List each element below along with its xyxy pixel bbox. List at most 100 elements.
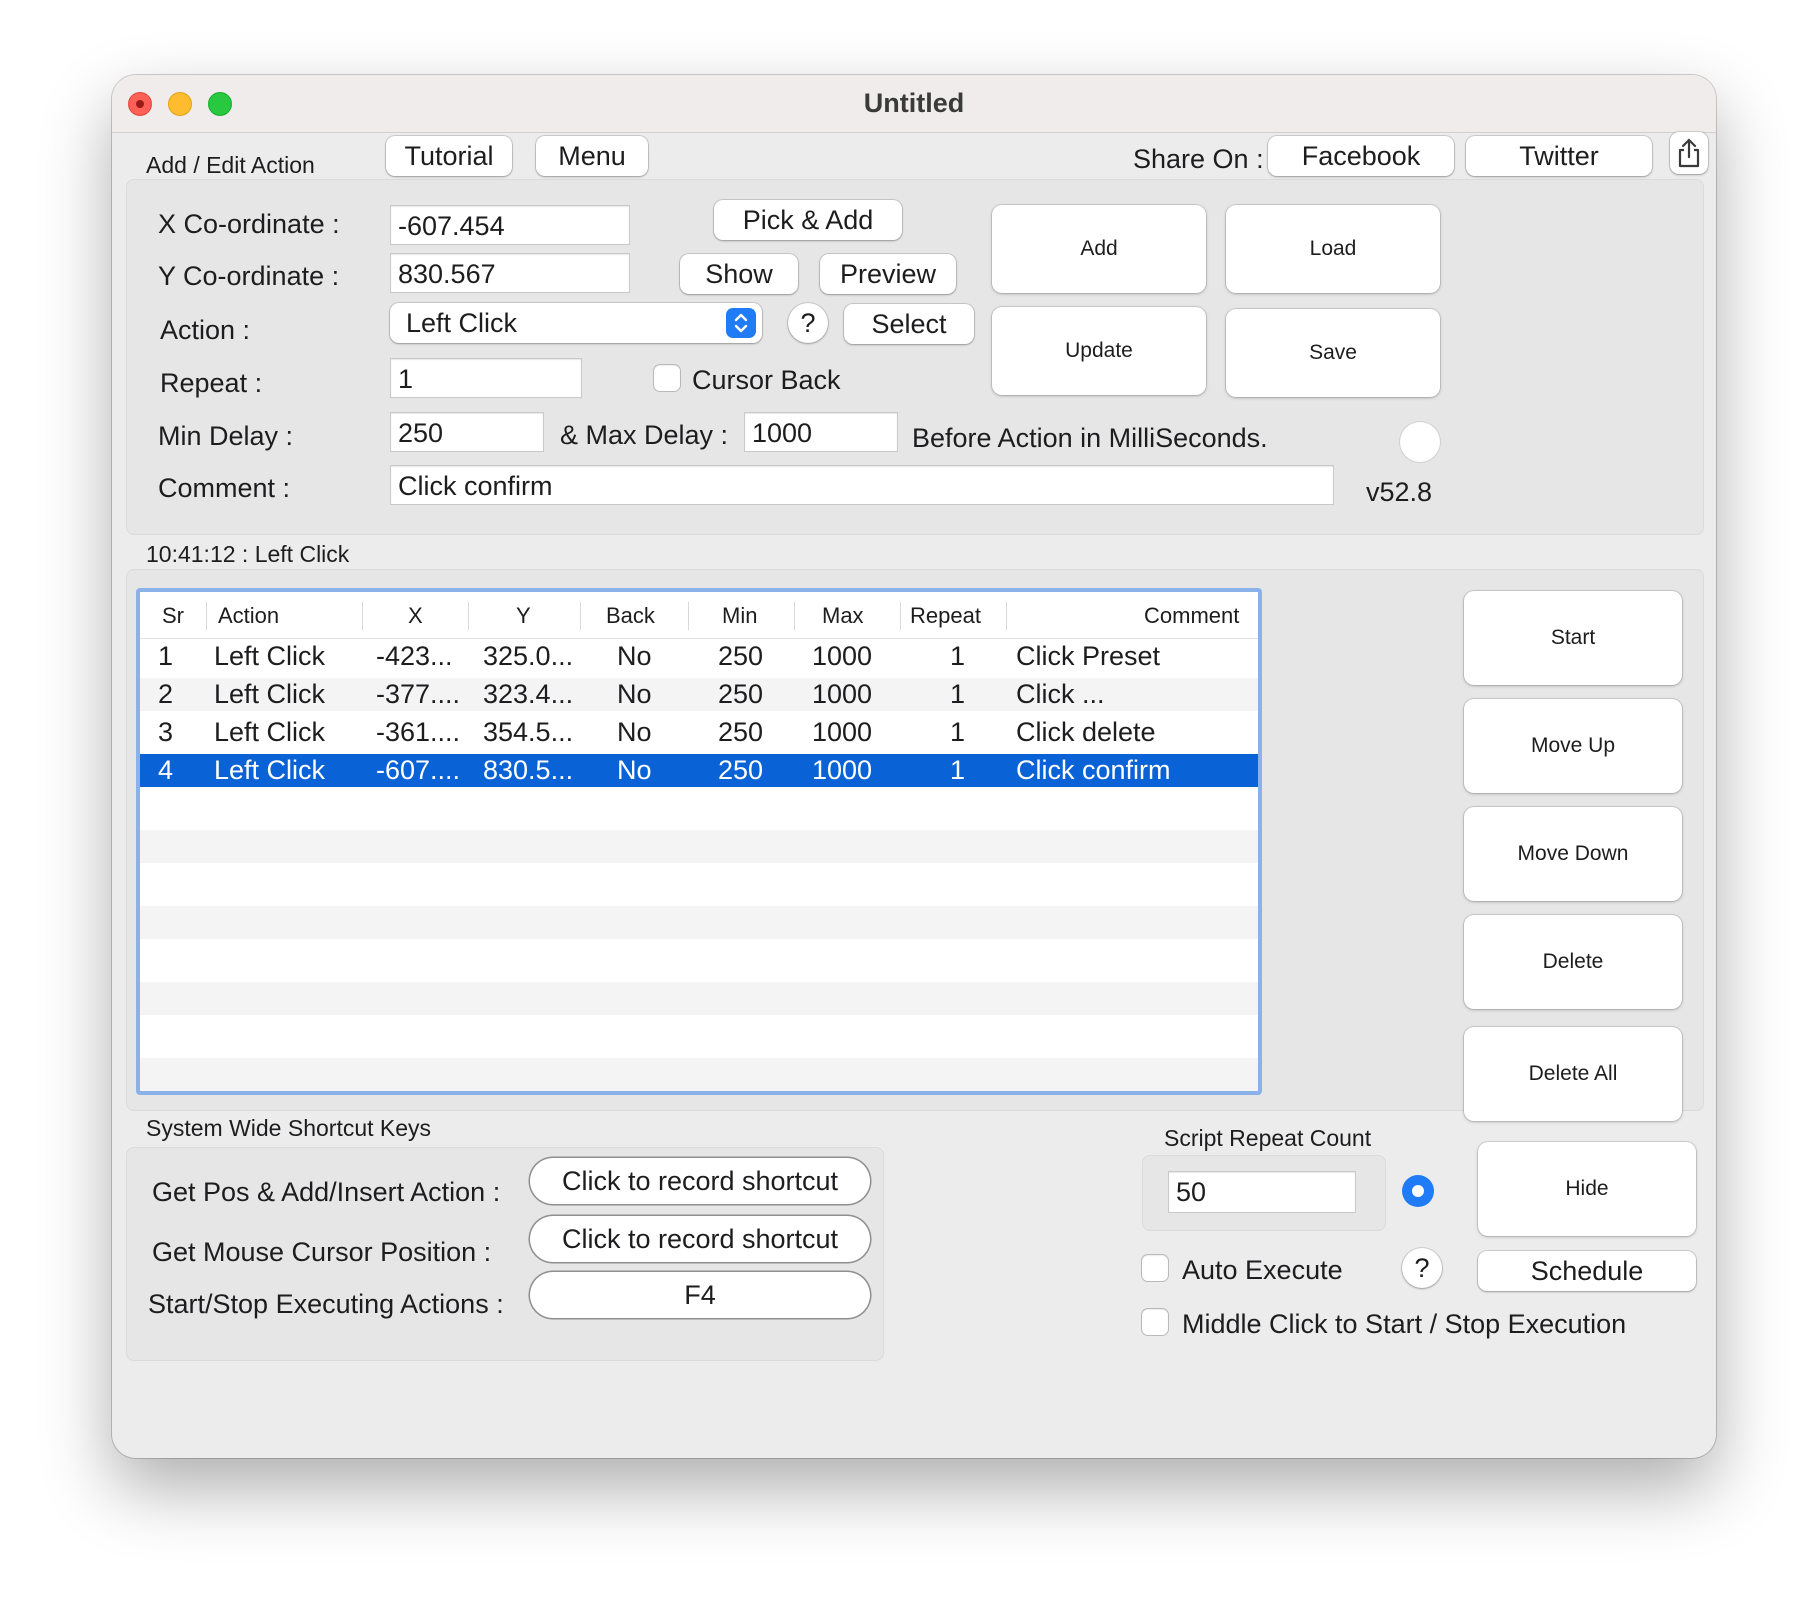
cell-max: 1000 [812, 641, 873, 671]
add-button[interactable]: Add [992, 205, 1206, 293]
get-pos-label: Get Pos & Add/Insert Action : [152, 1177, 501, 1207]
column-header-y[interactable]: Y [516, 592, 531, 639]
preview-button[interactable]: Preview [820, 254, 956, 294]
repeat-label: Repeat : [160, 368, 263, 398]
table-row-selected[interactable]: 4 Left Click -607.... 830.5... No 250 10… [140, 754, 1258, 787]
load-button[interactable]: Load [1226, 205, 1440, 293]
cell-comment: Click ... [1016, 679, 1105, 709]
cell-y: 354.5... [483, 717, 574, 747]
action-help-button[interactable]: ? [788, 303, 828, 343]
table-row[interactable]: 1 Left Click -423... 325.0... No 250 100… [140, 640, 1258, 673]
cell-repeat: 1 [950, 717, 966, 747]
cell-action: Left Click [214, 641, 326, 671]
cell-back: No [617, 679, 652, 709]
window-title: Untitled [863, 88, 965, 118]
move-up-button[interactable]: Move Up [1464, 699, 1682, 793]
middle-click-checkbox[interactable] [1142, 1309, 1168, 1335]
cell-action: Left Click [214, 755, 326, 785]
radio-dot-icon [1412, 1185, 1424, 1197]
script-repeat-radio[interactable] [1402, 1175, 1434, 1207]
cell-repeat: 1 [950, 679, 966, 709]
share-icon [1678, 138, 1700, 168]
auto-execute-help-button[interactable]: ? [1402, 1248, 1442, 1288]
app-window: Untitled Add / Edit Action Tutorial Menu… [112, 75, 1716, 1458]
cell-action: Left Click [214, 679, 326, 709]
comment-field[interactable]: Click confirm [390, 465, 1334, 505]
start-button[interactable]: Start [1464, 591, 1682, 685]
start-stop-shortcut-recorder[interactable]: F4 [530, 1272, 870, 1318]
share-button[interactable] [1670, 132, 1708, 174]
cell-back: No [617, 755, 652, 785]
menu-button[interactable]: Menu [536, 136, 648, 176]
action-dropdown[interactable]: Left Click [390, 303, 762, 343]
cell-comment: Click delete [1016, 717, 1156, 747]
update-button[interactable]: Update [992, 307, 1206, 395]
cell-action: Left Click [214, 717, 326, 747]
empty-row [140, 906, 1258, 939]
max-delay-field[interactable]: 1000 [744, 412, 898, 452]
column-header-repeat[interactable]: Repeat [910, 592, 981, 639]
cell-back: No [617, 717, 652, 747]
comment-label: Comment : [158, 473, 291, 503]
x-coordinate-field[interactable]: -607.454 [390, 205, 630, 245]
show-button[interactable]: Show [680, 254, 798, 294]
save-button[interactable]: Save [1226, 309, 1440, 397]
cell-repeat: 1 [950, 755, 966, 785]
share-on-label: Share On : [1133, 144, 1264, 174]
delay-note: Before Action in MilliSeconds. [912, 423, 1268, 453]
twitter-button[interactable]: Twitter [1466, 136, 1652, 176]
hide-button[interactable]: Hide [1478, 1142, 1696, 1236]
cell-sr: 1 [158, 641, 174, 671]
indicator-circle [1400, 422, 1440, 462]
actions-table[interactable]: Sr Action X Y Back Min Max Repeat Commen… [136, 588, 1262, 1095]
script-repeat-count-field[interactable]: 50 [1168, 1171, 1356, 1213]
version-label: v52.8 [1366, 477, 1433, 507]
table-row[interactable]: 3 Left Click -361.... 354.5... No 250 10… [140, 716, 1258, 749]
column-divider [900, 602, 901, 630]
table-row[interactable]: 2 Left Click -377.... 323.4... No 250 10… [140, 678, 1258, 711]
repeat-field[interactable]: 1 [390, 358, 582, 398]
cell-min: 250 [718, 679, 764, 709]
cell-y: 325.0... [483, 641, 574, 671]
column-divider [794, 602, 795, 630]
shortcuts-title: System Wide Shortcut Keys [146, 1115, 432, 1141]
column-header-sr[interactable]: Sr [162, 592, 184, 639]
column-header-max[interactable]: Max [822, 592, 864, 639]
tutorial-button[interactable]: Tutorial [386, 136, 512, 176]
cell-y: 323.4... [483, 679, 574, 709]
y-coordinate-field[interactable]: 830.567 [390, 253, 630, 293]
auto-execute-label: Auto Execute [1182, 1255, 1343, 1285]
action-label: Action : [160, 315, 251, 345]
facebook-button[interactable]: Facebook [1268, 136, 1454, 176]
cursor-back-checkbox[interactable] [654, 365, 680, 391]
cell-sr: 4 [158, 755, 174, 785]
cell-comment: Click confirm [1016, 755, 1171, 785]
column-header-back[interactable]: Back [606, 592, 655, 639]
delete-all-button[interactable]: Delete All [1464, 1027, 1682, 1121]
column-header-comment[interactable]: Comment [1144, 592, 1239, 639]
title-bar: Untitled [112, 75, 1716, 133]
add-edit-section-label: Add / Edit Action [146, 152, 315, 178]
column-divider [1006, 602, 1007, 630]
column-header-min[interactable]: Min [722, 592, 757, 639]
cell-x: -361.... [376, 717, 461, 747]
cell-back: No [617, 641, 652, 671]
cell-comment: Click Preset [1016, 641, 1161, 671]
get-mouse-shortcut-recorder[interactable]: Click to record shortcut [530, 1216, 870, 1262]
delete-button[interactable]: Delete [1464, 915, 1682, 1009]
schedule-button[interactable]: Schedule [1478, 1251, 1696, 1291]
column-header-action[interactable]: Action [218, 592, 279, 639]
cell-min: 250 [718, 755, 764, 785]
auto-execute-checkbox[interactable] [1142, 1255, 1168, 1281]
x-coordinate-label: X Co-ordinate : [158, 209, 340, 239]
pick-add-button[interactable]: Pick & Add [714, 200, 902, 240]
min-delay-field[interactable]: 250 [390, 412, 544, 452]
select-button[interactable]: Select [844, 304, 974, 344]
move-down-button[interactable]: Move Down [1464, 807, 1682, 901]
empty-row [140, 982, 1258, 1015]
get-mouse-label: Get Mouse Cursor Position : [152, 1237, 492, 1267]
get-pos-shortcut-recorder[interactable]: Click to record shortcut [530, 1158, 870, 1204]
middle-click-label: Middle Click to Start / Stop Execution [1182, 1309, 1627, 1339]
cell-y: 830.5... [483, 755, 574, 785]
column-header-x[interactable]: X [408, 592, 423, 639]
